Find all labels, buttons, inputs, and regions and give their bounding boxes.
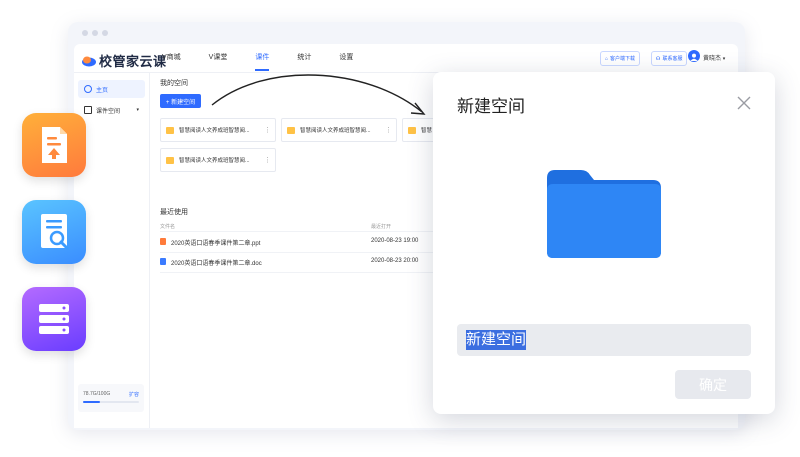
- space-name-input[interactable]: 新建空间: [457, 324, 751, 356]
- confirm-button[interactable]: 确定: [675, 370, 751, 399]
- new-space-dialog: 新建空间 新建空间 确定: [433, 72, 775, 414]
- folder-icon: [547, 170, 661, 258]
- space-name-input-value: 新建空间: [466, 330, 527, 350]
- close-icon[interactable]: [736, 95, 752, 111]
- dialog-title: 新建空间: [457, 97, 525, 116]
